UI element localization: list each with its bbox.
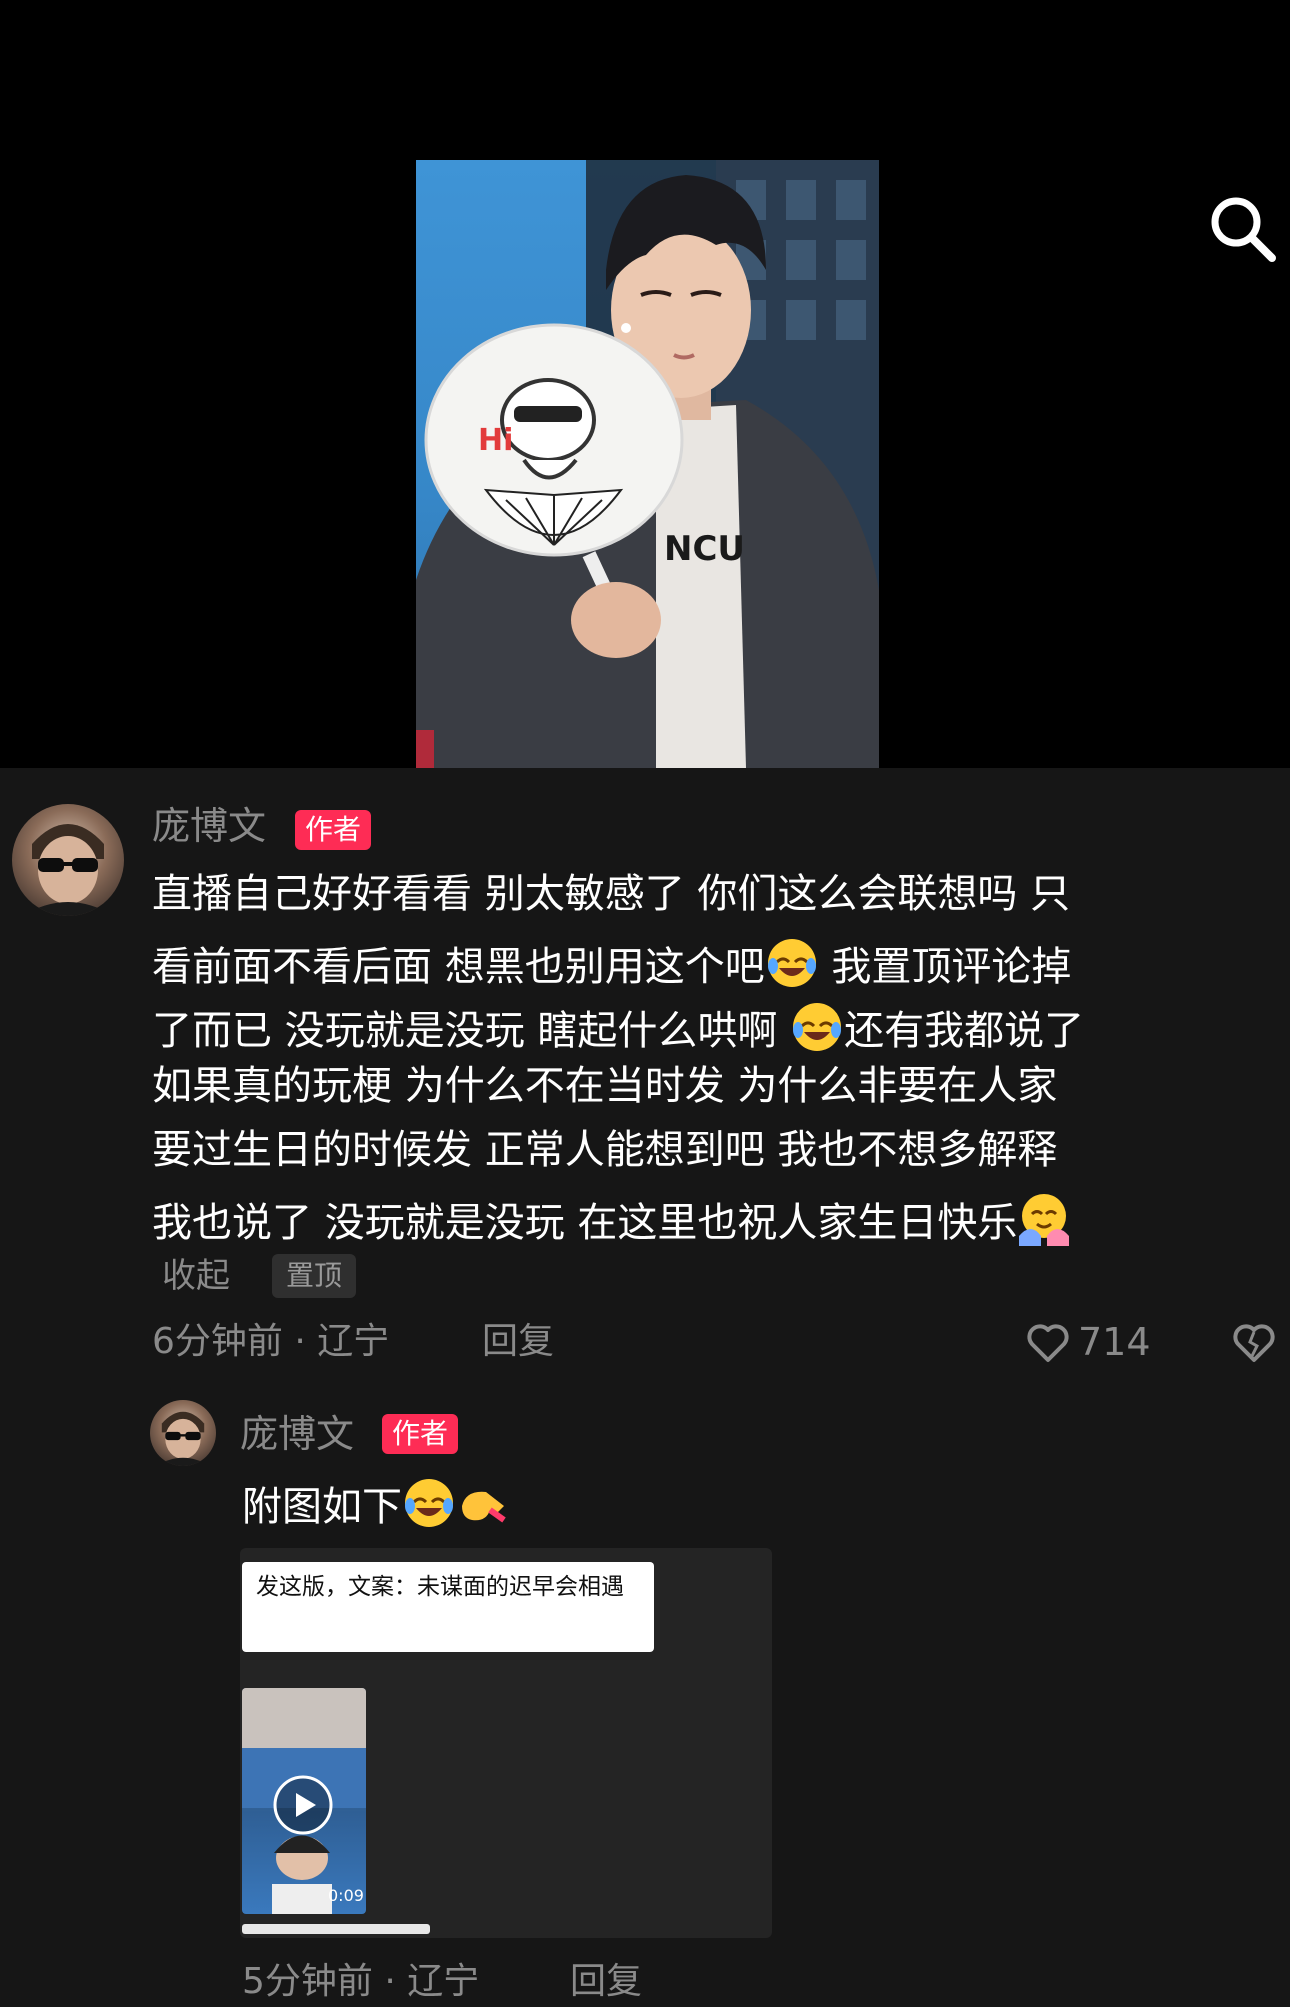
video-still: NCU Hi bbox=[416, 160, 879, 768]
author-badge: 作者 bbox=[382, 1414, 459, 1454]
search-button[interactable] bbox=[1206, 192, 1280, 266]
comment-text-segment: 了而已 没玩就是没玩 瞎起什么哄啊 bbox=[152, 1008, 791, 1054]
comment-text-segment: 我也说了 没玩就是没玩 在这里也祝人家生日快乐 bbox=[152, 1200, 1018, 1246]
attachment-caption: 发这版，文案：未谋面的迟早会相遇 bbox=[242, 1562, 654, 1652]
pinned-tag: 置顶 bbox=[272, 1254, 357, 1298]
app-screen: NCU Hi 庞博文 作者 直播自己好好看看 别太敏感了 你们这么会联想吗 只 … bbox=[0, 0, 1290, 2007]
comment-text-segment: 我置顶评论掉 bbox=[818, 944, 1072, 990]
shirt-print: NCU bbox=[664, 529, 745, 569]
comment-text-line: 我也说了 没玩就是没玩 在这里也祝人家生日快乐 bbox=[152, 1192, 1071, 1246]
search-icon bbox=[1211, 197, 1276, 262]
hug-emoji-icon bbox=[1019, 1194, 1070, 1246]
comment-text-line: 看前面不看后面 想黑也别用这个吧 我置顶评论掉 bbox=[152, 936, 1071, 990]
like-count: 714 bbox=[1078, 1320, 1151, 1364]
comment-text-line: 如果真的玩梗 为什么不在当时发 为什么非要在人家 bbox=[152, 1063, 1058, 1109]
laughing-emoji-icon bbox=[405, 1479, 453, 1527]
play-icon[interactable] bbox=[272, 1774, 334, 1836]
avatar[interactable] bbox=[12, 804, 124, 916]
reply-button[interactable]: 回复 bbox=[482, 1320, 554, 1364]
laughing-emoji-icon bbox=[793, 1003, 842, 1051]
comments-panel: 庞博文 作者 直播自己好好看看 别太敏感了 你们这么会联想吗 只 看前面不看后面… bbox=[0, 768, 1290, 2007]
reply-text: 附图如下 bbox=[242, 1484, 402, 1530]
video-duration: 0:09 bbox=[328, 1886, 364, 1905]
pointing-hand-emoji-icon bbox=[462, 1491, 506, 1523]
broken-heart-icon bbox=[1233, 1324, 1275, 1362]
attached-image[interactable]: 发这版，文案：未谋面的迟早会相遇 0:09 bbox=[240, 1548, 772, 1938]
comment-text-line: 了而已 没玩就是没玩 瞎起什么哄啊 还有我都说了 bbox=[152, 1000, 1084, 1054]
dislike-button[interactable] bbox=[1230, 1318, 1278, 1370]
heart-icon bbox=[1027, 1324, 1069, 1362]
comment-username[interactable]: 庞博文 bbox=[240, 1412, 354, 1456]
video-frame[interactable]: NCU Hi bbox=[416, 160, 879, 768]
video-player[interactable]: NCU Hi bbox=[0, 0, 1290, 768]
laughing-emoji-icon bbox=[767, 939, 816, 987]
author-badge: 作者 bbox=[295, 810, 372, 850]
comment-meta: 5分钟前 · 辽宁 bbox=[242, 1961, 480, 2002]
avatar[interactable] bbox=[150, 1400, 216, 1466]
avatar-image bbox=[155, 1411, 211, 1466]
comment-username[interactable]: 庞博文 bbox=[152, 804, 266, 848]
comment-text-segment: 看前面不看后面 想黑也别用这个吧 bbox=[152, 944, 765, 990]
like-button[interactable]: 714 bbox=[1024, 1318, 1151, 1366]
comment-text-segment: 还有我都说了 bbox=[844, 1008, 1085, 1054]
collapse-button[interactable]: 收起 bbox=[162, 1256, 230, 1296]
avatar-image bbox=[22, 824, 114, 916]
comment-text-line: 直播自己好好看看 别太敏感了 你们这么会联想吗 只 bbox=[152, 871, 1071, 917]
reply-text-line: 附图如下 bbox=[242, 1476, 510, 1530]
comment-meta: 6分钟前 · 辽宁 bbox=[152, 1321, 390, 1362]
progress-bar bbox=[242, 1924, 430, 1934]
fan-hi-text: Hi bbox=[478, 423, 513, 458]
comment-text-line: 要过生日的时候发 正常人能想到吧 我也不想多解释 bbox=[152, 1127, 1058, 1173]
video-thumbnail[interactable]: 0:09 bbox=[242, 1688, 366, 1914]
reply-button[interactable]: 回复 bbox=[570, 1960, 642, 2004]
